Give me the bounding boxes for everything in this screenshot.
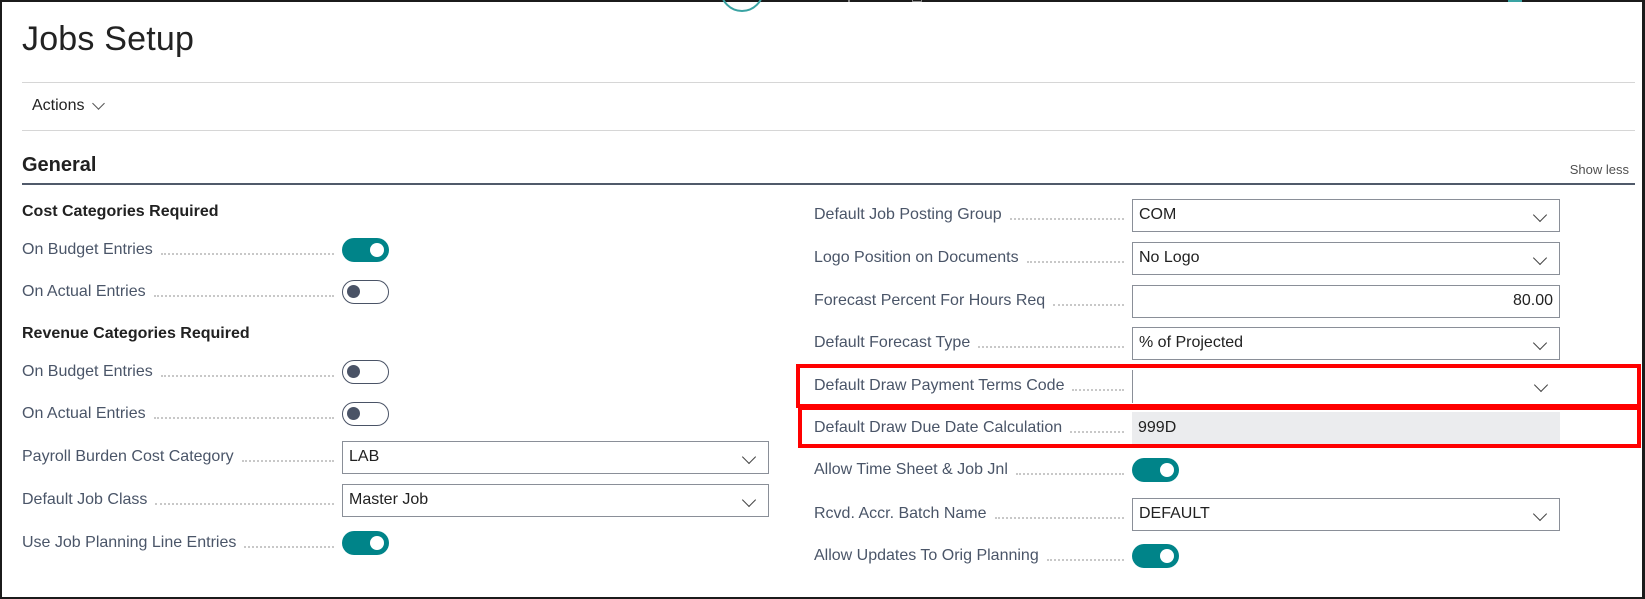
- job-posting-group-select[interactable]: COM: [1132, 198, 1560, 232]
- select-value: % of Projected: [1139, 334, 1244, 351]
- select-value: LAB: [349, 448, 380, 465]
- field-forecast-percent-for-hours-req: Forecast Percent For Hours Req 80.00: [814, 284, 1560, 318]
- field-default-job-class: Default Job Class Master Job: [22, 483, 769, 517]
- field-label: On Actual Entries: [22, 283, 146, 300]
- leader-dots: [160, 375, 334, 377]
- field-label: Rcvd. Accr. Batch Name: [814, 505, 987, 522]
- chevron-down-icon[interactable]: [741, 449, 757, 464]
- select-value: No Logo: [1139, 249, 1200, 266]
- chevron-down-icon[interactable]: [1532, 506, 1548, 521]
- toolbar-separator: [848, 0, 850, 2]
- field-label: Default Job Class: [22, 491, 148, 508]
- leader-dots: [244, 546, 334, 548]
- field-label: Default Forecast Type: [814, 334, 971, 351]
- field-label: Use Job Planning Line Entries: [22, 534, 237, 551]
- field-allow-time-sheet-job-jnl: Allow Time Sheet & Job Jnl: [814, 453, 1179, 487]
- leader-dots: [153, 295, 334, 297]
- revenue-on-budget-toggle[interactable]: [342, 360, 389, 384]
- leader-dots: [994, 517, 1124, 519]
- divider: [22, 82, 1635, 83]
- field-label: On Actual Entries: [22, 405, 146, 422]
- field-allow-updates-to-orig-planning: Allow Updates To Orig Planning: [814, 539, 1179, 573]
- section-title-general[interactable]: General: [22, 154, 96, 177]
- field-label: Allow Time Sheet & Job Jnl: [814, 461, 1008, 478]
- leader-dots: [978, 346, 1124, 348]
- new-window-icon[interactable]: [912, 0, 922, 2]
- leader-dots: [1053, 304, 1124, 306]
- top-toolbar-strip: [0, 0, 1645, 16]
- field-payroll-burden-cost-category: Payroll Burden Cost Category LAB: [22, 440, 769, 474]
- field-label: Logo Position on Documents: [814, 249, 1019, 266]
- field-default-draw-due-date-calculation: Default Draw Due Date Calculation 999D: [814, 411, 1560, 445]
- field-value: 999D: [1138, 419, 1177, 436]
- leader-dots: [1026, 261, 1124, 263]
- draw-payment-terms-select[interactable]: [1132, 369, 1560, 403]
- actions-menu-button[interactable]: Actions: [32, 97, 106, 115]
- allow-time-sheet-toggle[interactable]: [1132, 458, 1179, 482]
- collapse-icon[interactable]: [1508, 0, 1522, 2]
- field-revenue-on-actual-entries: On Actual Entries: [22, 397, 389, 431]
- field-label: Payroll Burden Cost Category: [22, 448, 234, 465]
- field-default-job-posting-group: Default Job Posting Group COM: [814, 198, 1560, 232]
- select-value: Master Job: [349, 491, 429, 508]
- leader-dots: [1046, 559, 1124, 561]
- batch-name-select[interactable]: DEFAULT: [1132, 497, 1560, 531]
- cost-on-actual-toggle[interactable]: [342, 280, 389, 304]
- forecast-type-select[interactable]: % of Projected: [1132, 326, 1560, 360]
- bookmark-circle-icon[interactable]: [720, 0, 764, 12]
- divider: [22, 130, 1635, 131]
- chevron-down-icon[interactable]: [1533, 377, 1549, 392]
- logo-position-select[interactable]: No Logo: [1132, 241, 1560, 275]
- chevron-down-icon[interactable]: [1532, 250, 1548, 265]
- leader-dots: [155, 503, 334, 505]
- leader-dots: [153, 417, 334, 419]
- field-default-draw-payment-terms-code: Default Draw Payment Terms Code: [814, 369, 1560, 403]
- leader-dots: [1009, 218, 1124, 220]
- field-label: Default Draw Payment Terms Code: [814, 377, 1065, 394]
- revenue-categories-heading: Revenue Categories Required: [22, 325, 250, 342]
- field-rcvd-accr-batch-name: Rcvd. Accr. Batch Name DEFAULT: [814, 497, 1560, 531]
- field-label: Forecast Percent For Hours Req: [814, 292, 1046, 309]
- default-job-class-select[interactable]: Master Job: [342, 483, 769, 517]
- field-label: Allow Updates To Orig Planning: [814, 547, 1039, 564]
- leader-dots: [1070, 431, 1124, 433]
- field-label: Default Draw Due Date Calculation: [814, 419, 1063, 436]
- chevron-down-icon[interactable]: [741, 492, 757, 507]
- field-cost-on-budget-entries: On Budget Entries: [22, 233, 389, 267]
- field-label: On Budget Entries: [22, 363, 153, 380]
- page-title: Jobs Setup: [22, 20, 195, 58]
- draw-due-date-field[interactable]: 999D: [1132, 411, 1560, 445]
- cost-categories-heading: Cost Categories Required: [22, 203, 219, 220]
- chevron-down-icon: [92, 97, 106, 110]
- section-underline: [22, 183, 1635, 185]
- allow-updates-orig-planning-toggle[interactable]: [1132, 544, 1179, 568]
- input-value: 80.00: [1512, 292, 1553, 309]
- field-label: Default Job Posting Group: [814, 206, 1002, 223]
- leader-dots: [160, 253, 334, 255]
- field-cost-on-actual-entries: On Actual Entries: [22, 275, 389, 309]
- show-less-link[interactable]: Show less: [1570, 162, 1629, 177]
- chevron-down-icon[interactable]: [1532, 207, 1548, 222]
- field-logo-position-on-documents: Logo Position on Documents No Logo: [814, 241, 1560, 275]
- leader-dots: [1072, 389, 1124, 391]
- field-label: On Budget Entries: [22, 241, 153, 258]
- cost-on-budget-toggle[interactable]: [342, 238, 389, 262]
- actions-label: Actions: [32, 97, 85, 114]
- payroll-burden-select[interactable]: LAB: [342, 440, 769, 474]
- leader-dots: [1015, 473, 1124, 475]
- field-default-forecast-type: Default Forecast Type % of Projected: [814, 326, 1560, 360]
- field-use-job-planning-line-entries: Use Job Planning Line Entries: [22, 526, 389, 560]
- forecast-percent-input[interactable]: 80.00: [1132, 284, 1560, 318]
- select-value: DEFAULT: [1139, 505, 1210, 522]
- field-revenue-on-budget-entries: On Budget Entries: [22, 355, 389, 389]
- select-value: COM: [1139, 206, 1177, 223]
- use-job-planning-toggle[interactable]: [342, 531, 389, 555]
- leader-dots: [241, 460, 334, 462]
- revenue-on-actual-toggle[interactable]: [342, 402, 389, 426]
- chevron-down-icon[interactable]: [1532, 335, 1548, 350]
